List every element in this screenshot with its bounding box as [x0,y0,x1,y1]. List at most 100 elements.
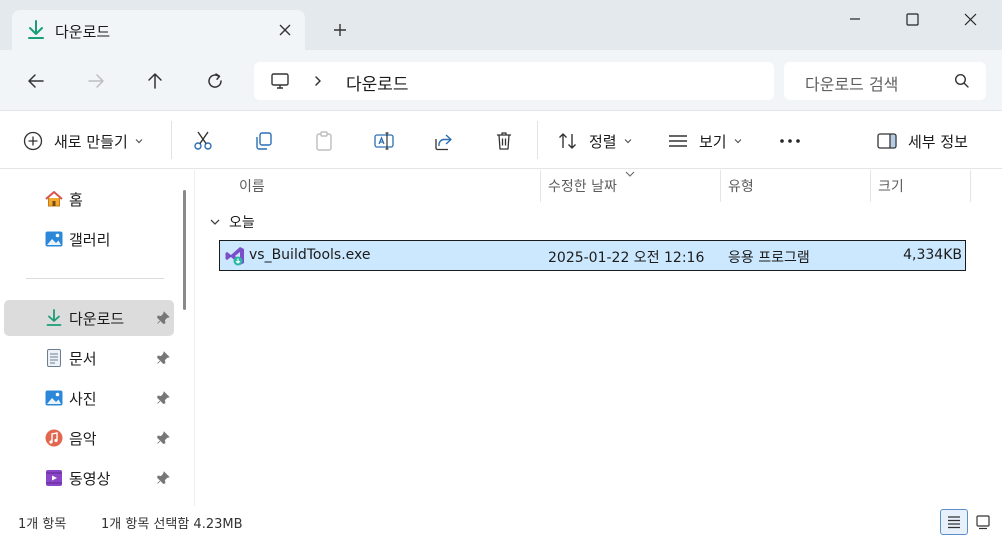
file-list: 이름 수정한 날짜 유형 크기 오늘 vs_BuildTools.exe 202… [195,170,1002,506]
copy-icon [256,132,272,150]
pin-icon [157,351,170,364]
refresh-button[interactable] [199,66,231,96]
chevron-down-icon [623,133,633,149]
search-icon[interactable] [954,73,970,93]
download-icon [26,19,46,45]
breadcrumb-item[interactable]: 다운로드 [346,70,409,95]
tiles-view-button[interactable] [969,509,997,535]
sidebar-item-label: 갤러리 [69,231,111,249]
tab-downloads[interactable]: 다운로드 [12,10,305,50]
sidebar-item-music[interactable]: 음악 [4,420,174,456]
pin-icon [157,431,170,444]
paste-icon [316,131,332,151]
sidebar-item-gallery[interactable]: 갤러리 [4,221,174,257]
up-button[interactable] [139,66,171,96]
pin-icon [157,391,170,404]
sidebar-item-label: 음악 [69,430,97,448]
details-view-icon [948,516,960,529]
sidebar-item-pictures[interactable]: 사진 [4,380,174,416]
share-button[interactable] [433,125,455,157]
view-label: 보기 [699,132,727,151]
view-list-icon [669,135,687,147]
column-header-name[interactable]: 이름 [239,176,265,196]
selection-info: 1개 항목 선택함 4.23MB [101,517,243,532]
more-icon [780,139,800,143]
pictures-icon [45,390,63,406]
maximize-button[interactable] [883,0,941,38]
column-header-size[interactable]: 크기 [878,176,904,196]
details-view-button[interactable] [940,509,968,535]
column-separator[interactable] [970,170,971,202]
column-header-type[interactable]: 유형 [728,176,754,196]
tiles-view-icon [976,515,990,530]
minimize-button[interactable] [826,0,884,38]
file-size: 4,334KB [903,247,962,263]
arrow-up-icon [148,73,162,89]
pin-icon [157,471,170,484]
sidebar-item-label: 홈 [69,191,83,209]
chevron-down-icon [210,219,220,225]
rename-button[interactable] [373,125,395,157]
column-separator[interactable] [720,170,721,202]
share-icon [435,134,452,151]
more-options-button[interactable] [777,125,803,157]
sort-button[interactable]: 정렬 [557,125,633,157]
status-bar: 1개 항목 1개 항목 선택함 4.23MB [0,506,1002,536]
new-button[interactable]: 새로 만들기 [22,125,144,157]
visual-studio-installer-icon [224,245,246,271]
address-bar[interactable]: 다운로드 [254,62,774,100]
item-count: 1개 항목 [18,517,67,532]
refresh-icon [208,73,222,88]
view-button[interactable]: 보기 [667,125,743,157]
maximize-icon [905,12,919,26]
sort-label: 정렬 [589,132,617,151]
new-button-label: 새로 만들기 [54,132,128,151]
sidebar-divider [26,278,164,279]
command-bar: 새로 만들기 정렬 보기 세부 정보 [0,111,1002,169]
music-icon [45,429,63,447]
rename-icon [374,132,394,150]
chevron-down-icon [134,133,144,149]
sidebar-item-downloads[interactable]: 다운로드 [4,300,174,336]
this-pc-icon[interactable] [270,71,290,95]
column-separator[interactable] [540,170,541,202]
group-label: 오늘 [229,215,255,231]
delete-button[interactable] [493,125,515,157]
arrow-left-icon [28,74,44,88]
tab-close-icon[interactable] [273,18,297,42]
videos-icon [46,470,62,486]
sidebar-item-home[interactable]: 홈 [4,181,174,217]
navigation-pane: 홈 갤러리 다운로드 문서 사진 음악 동영상 [0,170,190,506]
file-name: vs_BuildTools.exe [249,247,371,263]
minimize-icon [850,18,860,20]
file-type: 응용 프로그램 [728,250,810,266]
forward-button[interactable] [80,66,112,96]
add-circle-icon [23,131,43,151]
sort-chevron-icon [625,171,635,177]
details-label: 세부 정보 [908,132,968,151]
sidebar-item-documents[interactable]: 문서 [4,340,174,376]
details-pane-button[interactable]: 세부 정보 [876,125,968,157]
paste-button[interactable] [313,125,335,157]
copy-button[interactable] [253,125,275,157]
column-header-modified[interactable]: 수정한 날짜 [548,176,617,196]
column-separator[interactable] [870,170,871,202]
breadcrumb-chevron-icon[interactable] [312,71,324,95]
sort-icon [559,133,576,149]
sidebar-item-videos[interactable]: 동영상 [4,460,174,496]
sidebar-item-label: 다운로드 [69,310,125,328]
group-header-today[interactable]: 오늘 [209,212,255,232]
tab-title: 다운로드 [55,23,111,41]
file-row[interactable]: vs_BuildTools.exe 2025-01-22 오전 12:16 응용… [219,240,966,271]
documents-icon [47,349,61,367]
close-button[interactable] [941,0,999,38]
chevron-down-icon [733,133,743,149]
search-input[interactable]: 다운로드 검색 [805,71,898,95]
back-button[interactable] [20,66,52,96]
new-tab-button[interactable] [328,18,352,42]
sidebar-scrollbar[interactable] [183,190,186,310]
cut-button[interactable] [192,125,214,157]
toolbar-separator [537,121,538,159]
toolbar-separator [171,121,172,159]
search-box[interactable]: 다운로드 검색 [784,62,986,100]
